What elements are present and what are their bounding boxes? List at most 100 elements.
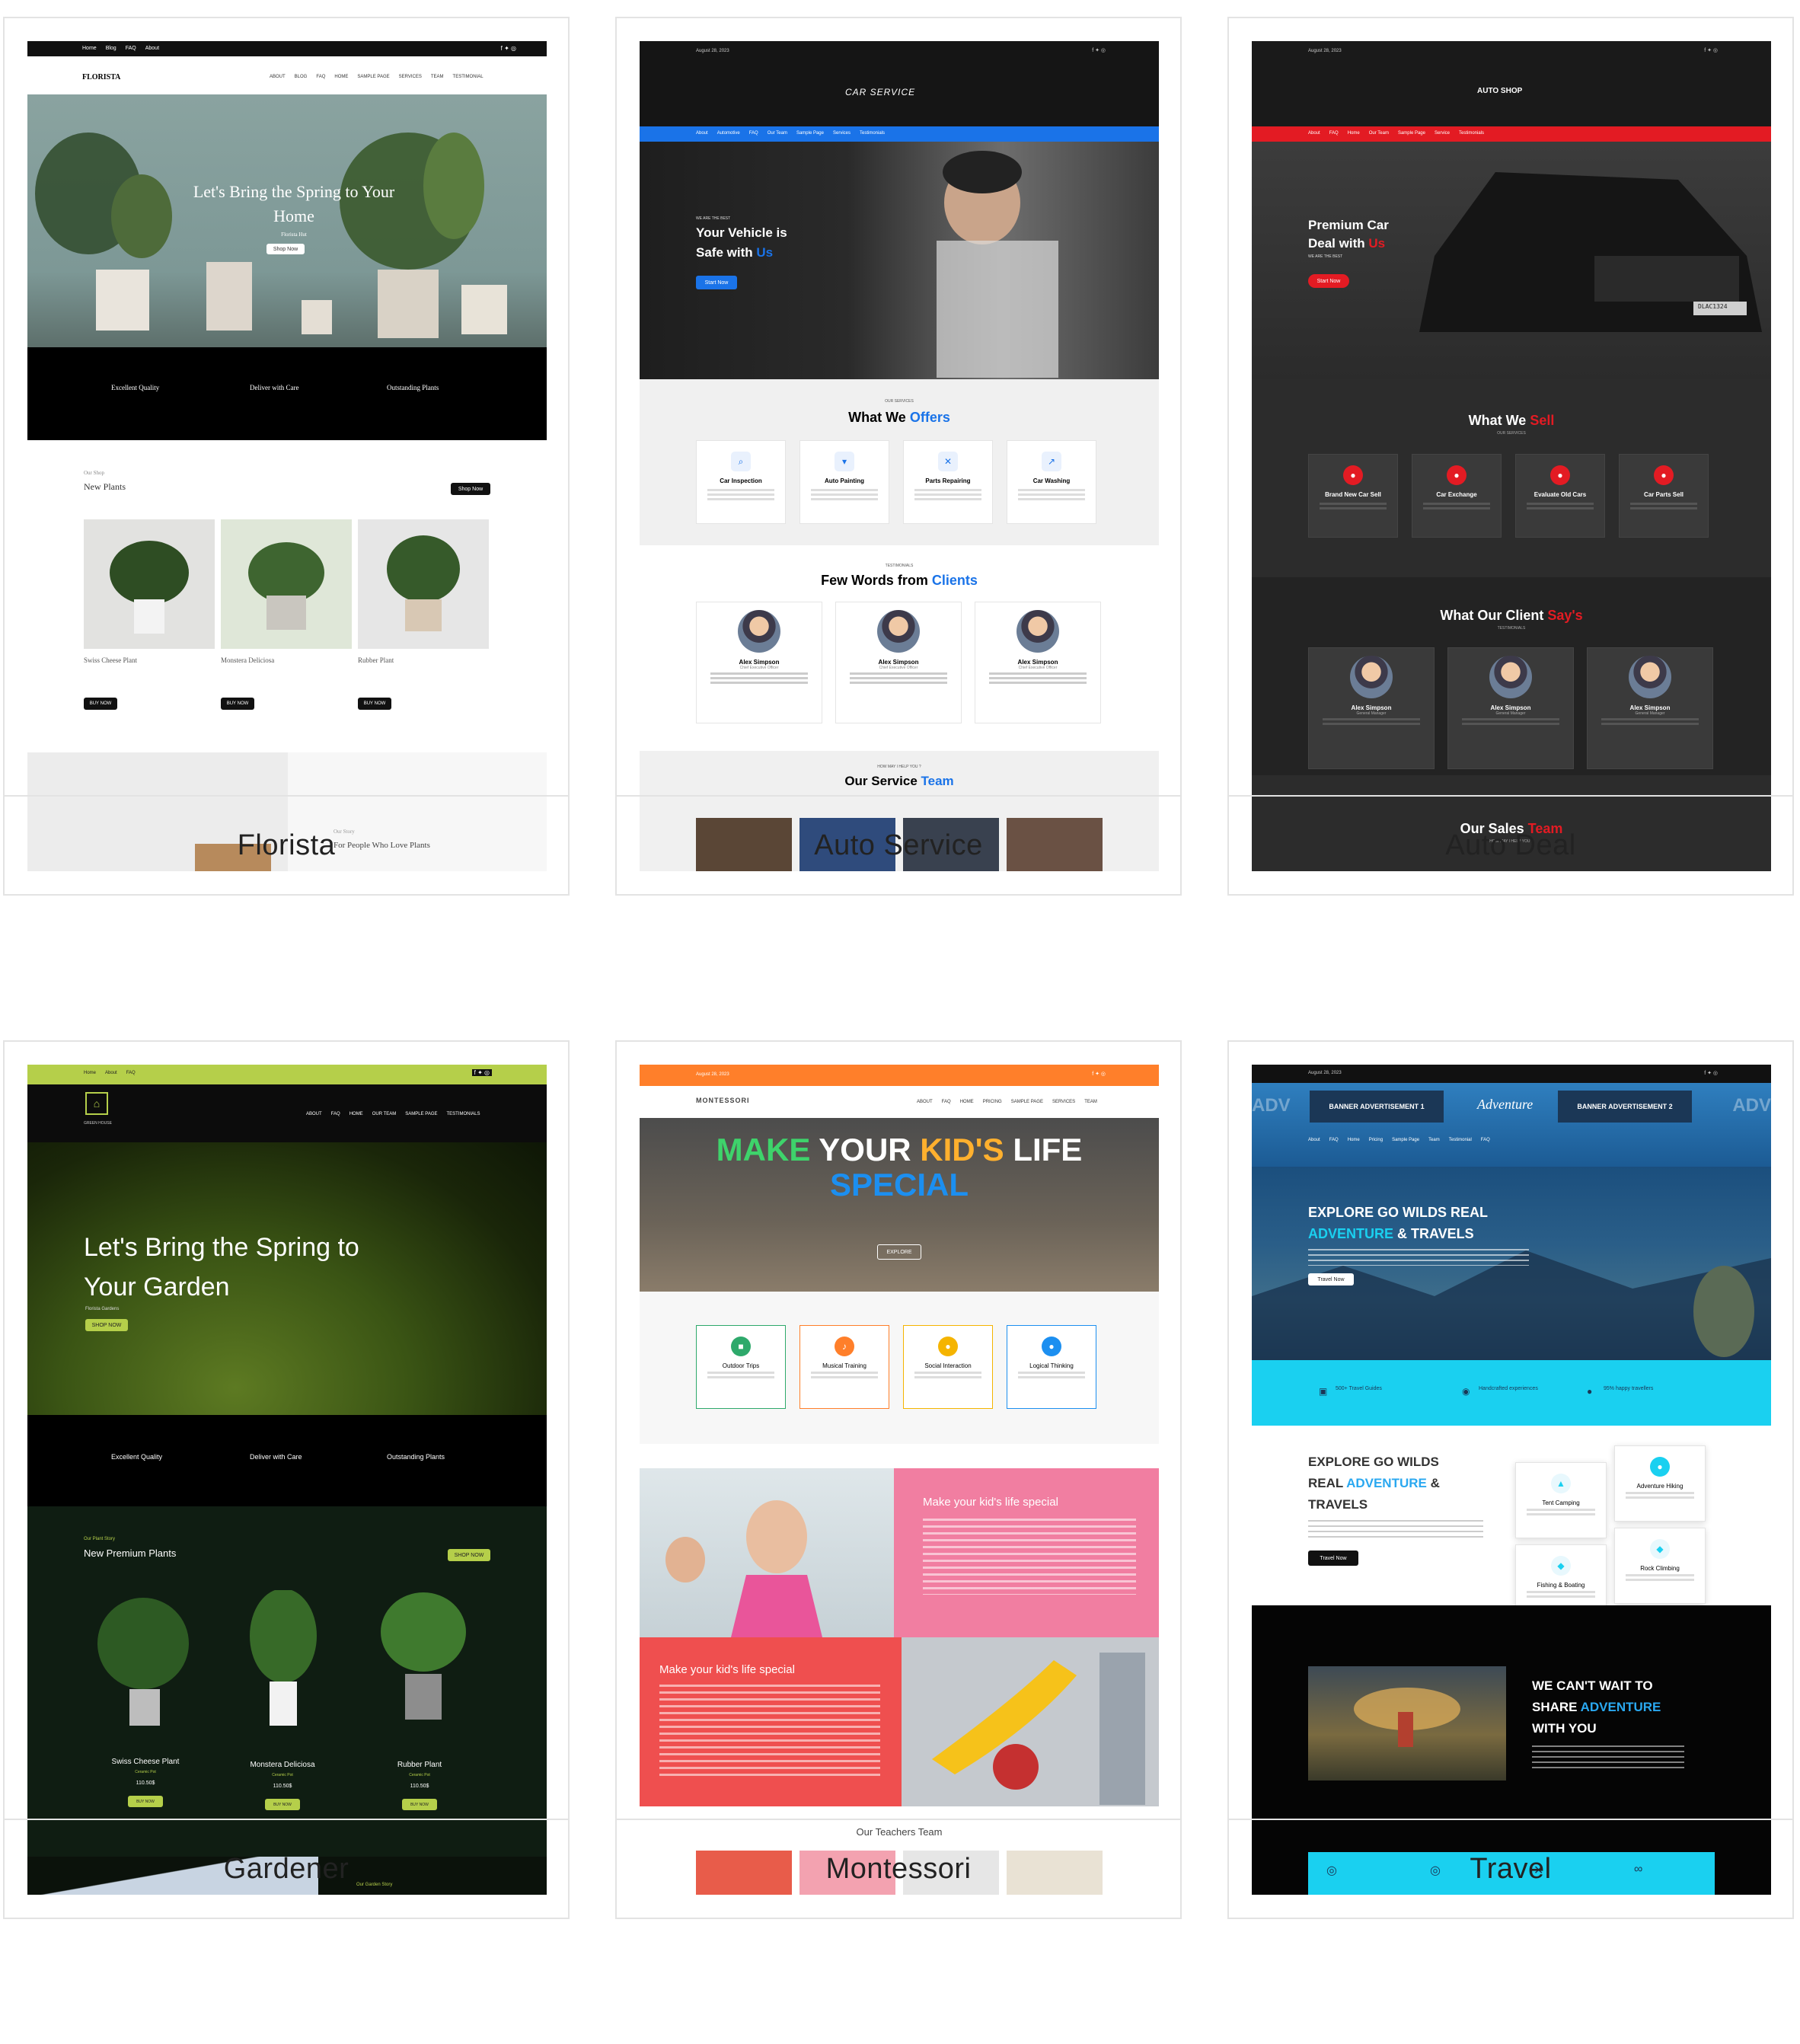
nav-item[interactable]: SERVICES (399, 75, 422, 79)
template-preview[interactable]: August 28, 2023 f ✦ ◎ ADV ADV BANNER ADV… (1252, 1065, 1771, 1895)
nav-item[interactable]: Testimonials (1459, 131, 1484, 136)
buy-now-button[interactable]: BUY NOW (402, 1799, 437, 1810)
template-caption[interactable]: Montessori (617, 1819, 1180, 1918)
template-card-montessori[interactable]: August 28, 2023 f ✦ ◎ MONTESSORI ABOUT FA… (615, 1040, 1182, 1919)
nav-item[interactable]: Pricing (1369, 1138, 1383, 1142)
template-card-florista[interactable]: Home Blog FAQ About f ✦ ◎ FLORISTA ABOUT BLO… (3, 17, 570, 896)
logo[interactable]: CAR SERVICE (845, 87, 915, 97)
buy-now-button[interactable]: BUY NOW (128, 1796, 163, 1807)
template-caption[interactable]: Travel (1229, 1819, 1792, 1918)
activity-card[interactable]: ● Adventure Hiking (1614, 1445, 1706, 1522)
top-link[interactable]: Blog (106, 46, 116, 51)
social-icons[interactable]: f ✦ ◎ (1092, 47, 1106, 53)
social-icons[interactable]: f ✦ ◎ (1704, 1070, 1718, 1076)
service-card[interactable]: ⌕ Car Inspection (696, 440, 786, 524)
shop-now-button[interactable]: Shop Now (451, 483, 490, 495)
top-link[interactable]: Home (82, 46, 97, 51)
social-icons[interactable]: f ✦ ◎ (1092, 1071, 1106, 1077)
social-icons[interactable]: f ✦ ◎ (501, 45, 516, 52)
service-card[interactable]: ↗ Car Washing (1007, 440, 1096, 524)
nav-item[interactable]: HOME (960, 1100, 974, 1104)
nav-item[interactable]: About (696, 131, 708, 136)
nav-item[interactable]: Home (1348, 1138, 1360, 1142)
nav-item[interactable]: SERVICES (1052, 1100, 1075, 1104)
template-card-travel[interactable]: August 28, 2023 f ✦ ◎ ADV ADV BANNER ADV… (1227, 1040, 1794, 1919)
nav-item[interactable]: Sample Page (1398, 131, 1425, 136)
top-link[interactable]: Home (84, 1071, 96, 1075)
nav-item[interactable]: Our Team (768, 131, 787, 136)
top-link[interactable]: FAQ (126, 1071, 136, 1075)
activity-card[interactable]: ◆ Rock Climbing (1614, 1528, 1706, 1604)
travel-now-button[interactable]: Travel Now (1308, 1273, 1354, 1285)
nav-item[interactable]: FAQ (749, 131, 758, 136)
logo[interactable]: FLORISTA (82, 73, 120, 81)
service-card[interactable]: ▾ Auto Painting (799, 440, 889, 524)
nav-item[interactable]: TESTIMONIAL (453, 75, 484, 79)
service-card[interactable]: ● Evaluate Old Cars (1515, 454, 1605, 538)
top-link[interactable]: FAQ (126, 46, 136, 51)
template-preview[interactable]: August 28, 2023 f ✦ ◎ CAR SERVICE About A… (640, 41, 1159, 871)
nav-item[interactable]: PRICING (983, 1100, 1002, 1104)
top-link[interactable]: About (105, 1071, 117, 1075)
top-link[interactable]: About (145, 46, 159, 51)
start-now-button[interactable]: Start Now (696, 276, 737, 289)
nav-item[interactable]: About (1308, 1138, 1320, 1142)
product-image[interactable] (221, 519, 352, 649)
start-now-button[interactable]: Start Now (1308, 274, 1349, 288)
feature-card[interactable]: ♪ Musical Training (799, 1325, 889, 1409)
nav-item[interactable]: OUR TEAM (372, 1112, 397, 1116)
template-caption[interactable]: Florista (5, 795, 568, 894)
nav-item[interactable]: SAMPLE PAGE (357, 75, 389, 79)
social-icons[interactable]: f ✦ ◎ (1704, 47, 1718, 53)
shop-now-button[interactable]: SHOP NOW (85, 1319, 128, 1331)
nav-item[interactable]: SAMPLE PAGE (405, 1112, 437, 1116)
template-preview[interactable]: Home About FAQ f ✦ ◎ ⌂ GREEN HOUSE ABOUT FA… (27, 1065, 547, 1895)
nav-item[interactable]: TESTIMONIALS (447, 1112, 480, 1116)
template-card-auto-deal[interactable]: August 28, 2023 f ✦ ◎ AUTO SHOP About FAQ… (1227, 17, 1794, 896)
nav-item[interactable]: HOME (334, 75, 348, 79)
template-card-auto-service[interactable]: August 28, 2023 f ✦ ◎ CAR SERVICE About A… (615, 17, 1182, 896)
travel-now-button[interactable]: Travel Now (1308, 1551, 1358, 1566)
nav-item[interactable]: ABOUT (270, 75, 286, 79)
nav-item[interactable]: FAQ (1481, 1138, 1490, 1142)
nav-item[interactable]: SAMPLE PAGE (1011, 1100, 1043, 1104)
banner-advertisement[interactable]: BANNER ADVERTISEMENT 1 (1310, 1091, 1444, 1123)
nav-item[interactable]: FAQ (942, 1100, 951, 1104)
nav-item[interactable]: FAQ (316, 75, 325, 79)
service-card[interactable]: ✕ Parts Repairing (903, 440, 993, 524)
template-preview[interactable]: August 28, 2023 f ✦ ◎ AUTO SHOP About FAQ… (1252, 41, 1771, 871)
nav-item[interactable]: Automotive (717, 131, 740, 136)
nav-item[interactable]: Services (833, 131, 851, 136)
service-card[interactable]: ● Car Parts Sell (1619, 454, 1709, 538)
buy-now-button[interactable]: BUY NOW (265, 1799, 300, 1810)
nav-item[interactable]: FAQ (331, 1112, 340, 1116)
nav-item[interactable]: HOME (349, 1112, 363, 1116)
banner-advertisement[interactable]: BANNER ADVERTISEMENT 2 (1558, 1091, 1692, 1123)
nav-item[interactable]: ABOUT (917, 1100, 933, 1104)
template-caption[interactable]: Gardener (5, 1819, 568, 1918)
template-caption[interactable]: Auto Service (617, 795, 1180, 894)
logo[interactable]: Adventure (1477, 1097, 1533, 1113)
buy-now-button[interactable]: BUY NOW (84, 698, 117, 710)
service-card[interactable]: ● Brand New Car Sell (1308, 454, 1398, 538)
nav-item[interactable]: Home (1348, 131, 1360, 136)
explore-button[interactable]: EXPLORE (877, 1244, 921, 1260)
product-image[interactable] (84, 519, 215, 649)
nav-item[interactable]: FAQ (1329, 1138, 1339, 1142)
shop-now-button[interactable]: SHOP NOW (448, 1549, 490, 1561)
social-icons[interactable]: f ✦ ◎ (471, 1069, 492, 1076)
nav-item[interactable]: TEAM (1084, 1100, 1097, 1104)
nav-item[interactable]: BLOG (295, 75, 308, 79)
nav-item[interactable]: About (1308, 131, 1320, 136)
logo[interactable]: MONTESSORI (696, 1097, 750, 1104)
product-image[interactable] (358, 519, 489, 649)
nav-item[interactable]: Testimonials (860, 131, 885, 136)
logo[interactable]: GREEN HOUSE (84, 1121, 112, 1126)
nav-item[interactable]: Sample Page (1392, 1138, 1419, 1142)
feature-card[interactable]: ● Logical Thinking (1007, 1325, 1096, 1409)
nav-item[interactable]: Sample Page (796, 131, 824, 136)
nav-item[interactable]: Team (1428, 1138, 1440, 1142)
template-caption[interactable]: Auto Deal (1229, 795, 1792, 894)
service-card[interactable]: ● Car Exchange (1412, 454, 1502, 538)
template-preview[interactable]: August 28, 2023 f ✦ ◎ MONTESSORI ABOUT FA… (640, 1065, 1159, 1895)
